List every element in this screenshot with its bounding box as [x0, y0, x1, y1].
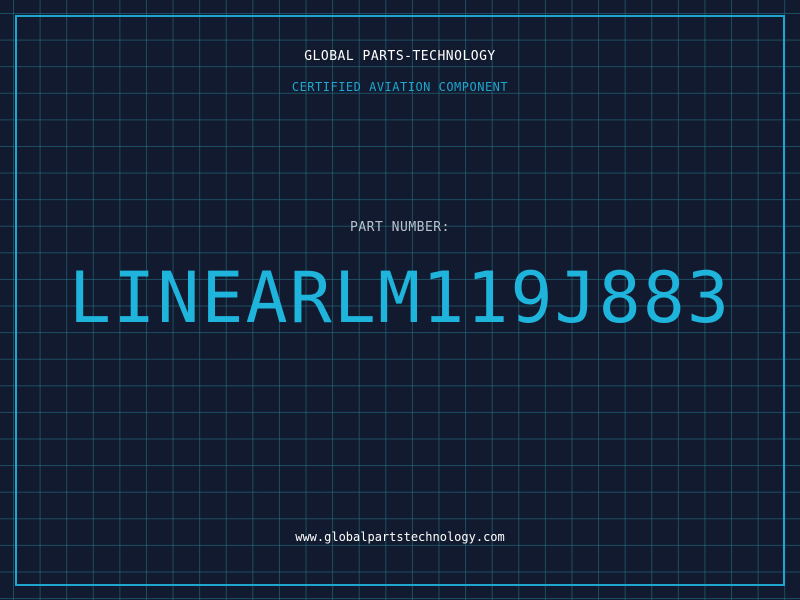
certification-subtitle: CERTIFIED AVIATION COMPONENT	[291, 80, 509, 94]
part-card: GLOBAL PARTS-TECHNOLOGY CERTIFIED AVIATI…	[0, 0, 800, 600]
part-number-value: LINEARLM119J883	[68, 257, 732, 339]
part-number-label: PART NUMBER:	[350, 220, 450, 235]
website-link[interactable]: www.globalpartstechnology.com	[0, 530, 800, 544]
company-name: GLOBAL PARTS-TECHNOLOGY	[304, 49, 496, 64]
